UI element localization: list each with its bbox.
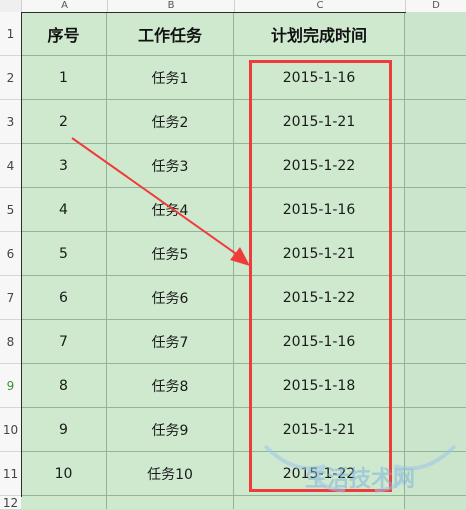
annotation-arrow-icon xyxy=(71,137,250,266)
spreadsheet: A B C D 1 2 3 4 5 6 7 8 9 10 11 12 序号 工作… xyxy=(0,0,466,510)
